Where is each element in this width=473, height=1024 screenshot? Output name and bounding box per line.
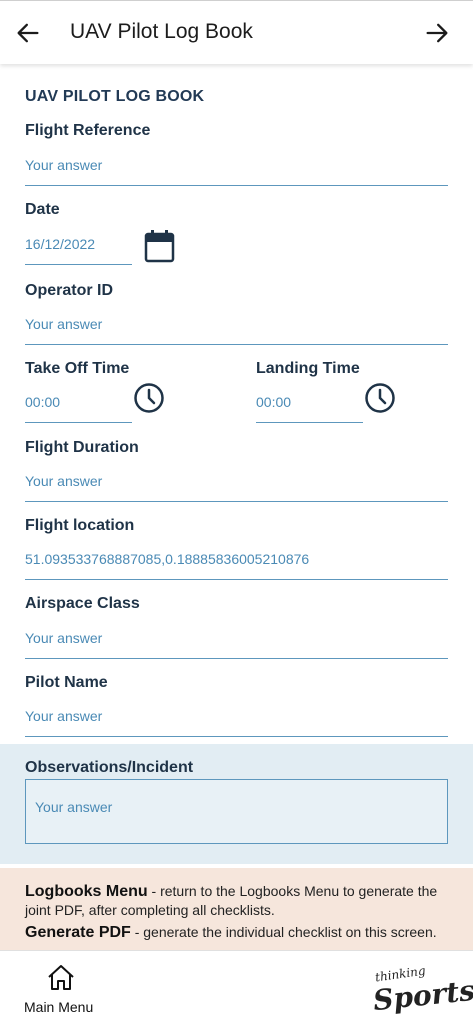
pilot-name-input[interactable]: Your answer [25,708,102,724]
flight-duration-underline [25,501,448,502]
operator-id-underline [25,344,448,345]
arrow-right-icon[interactable] [423,19,451,47]
observations-placeholder: Your answer [35,799,113,815]
info-panel: Logbooks Menu - return to the Logbooks M… [0,868,473,950]
flight-duration-label: Flight Duration [25,439,139,456]
arrow-left-icon[interactable] [14,19,42,47]
flight-reference-underline [25,185,448,186]
take-off-time-underline [25,422,132,423]
pilot-name-underline [25,736,448,737]
flight-location-input[interactable]: 51.093533768887085,0.18885836005210876 [25,551,309,567]
observations-textarea[interactable]: Your answer [25,779,448,844]
bottom-bar: Main Menu thinking Sports [0,950,473,1024]
airspace-class-underline [25,658,448,659]
airspace-class-label: Airspace Class [25,595,140,612]
take-off-time-input[interactable]: 00:00 [25,394,60,410]
take-off-time-label: Take Off Time [25,360,130,377]
flight-location-underline [25,579,448,580]
flight-reference-input[interactable]: Your answer [25,157,102,173]
main-menu-label: Main Menu [24,999,94,1015]
observations-label: Observations/Incident [25,759,194,776]
app-bar: UAV Pilot Log Book [0,0,473,64]
airspace-class-input[interactable]: Your answer [25,630,102,646]
date-label: Date [25,201,60,218]
page-title: UAV Pilot Log Book [70,20,253,43]
form-section-title: UAV PILOT LOG BOOK [25,88,205,105]
flight-duration-input[interactable]: Your answer [25,473,102,489]
landing-time-input[interactable]: 00:00 [256,394,291,410]
generate-pdf-title: Generate PDF [25,924,131,941]
home-icon [48,965,74,990]
landing-time-label: Landing Time [256,360,360,377]
operator-id-label: Operator ID [25,282,114,299]
logbooks-menu-title: Logbooks Menu [25,883,148,900]
calendar-icon[interactable] [144,229,175,263]
logbooks-info: Logbooks Menu - return to the Logbooks M… [25,882,448,920]
landing-time-underline [256,422,363,423]
pdf-info: Generate PDF - generate the individual c… [25,923,448,942]
main-menu-button[interactable]: Main Menu [24,963,98,1019]
flight-reference-label: Flight Reference [25,122,151,139]
operator-id-input[interactable]: Your answer [25,316,102,332]
brand-logo: thinking Sports [369,964,473,1018]
pilot-name-label: Pilot Name [25,674,108,691]
date-input[interactable]: 16/12/2022 [25,236,95,252]
date-underline [25,264,132,265]
flight-location-label: Flight location [25,517,135,534]
clock-icon[interactable] [364,382,396,414]
generate-pdf-text: - generate the individual checklist on t… [130,924,437,940]
clock-icon[interactable] [133,382,165,414]
